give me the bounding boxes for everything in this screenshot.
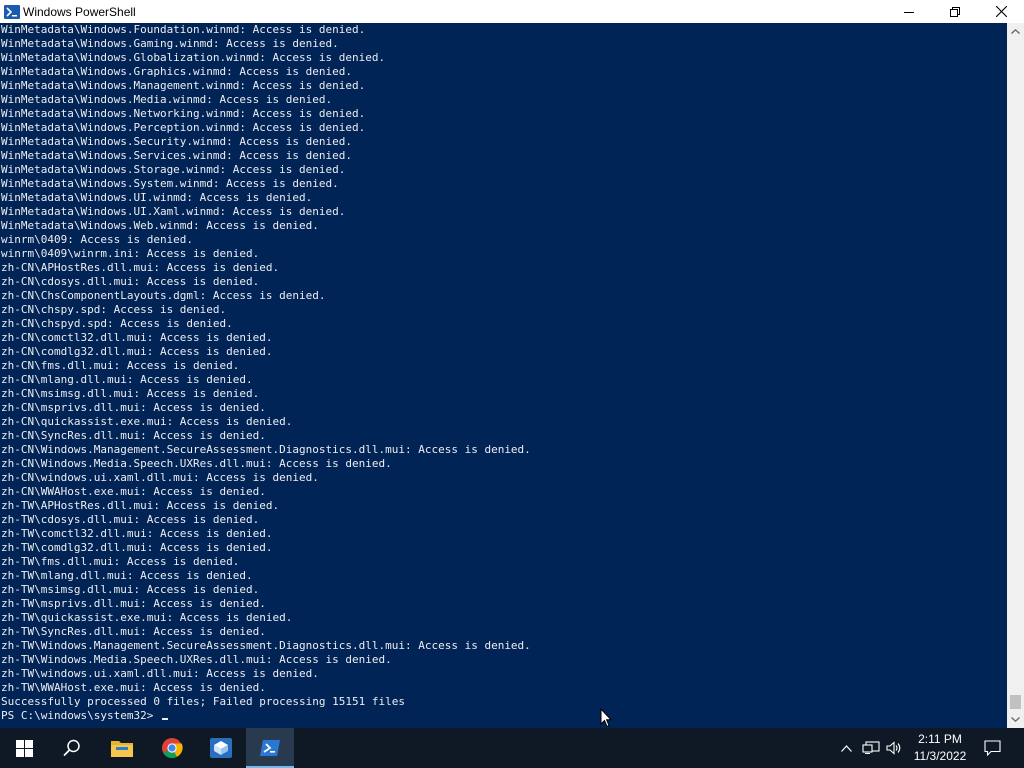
minimize-button[interactable] bbox=[886, 0, 932, 23]
console-output[interactable]: WinMetadata\Windows.Foundation.winmd: Ac… bbox=[0, 23, 1007, 728]
taskbar-file-explorer[interactable] bbox=[98, 728, 146, 768]
console-line: zh-TW\Windows.Management.SecureAssessmen… bbox=[1, 639, 531, 652]
console-line: zh-TW\comctl32.dll.mui: Access is denied… bbox=[1, 527, 273, 540]
close-icon bbox=[995, 6, 1007, 17]
console-line: WinMetadata\Windows.Networking.winmd: Ac… bbox=[1, 107, 366, 120]
console-line: zh-CN\mlang.dll.mui: Access is denied. bbox=[1, 373, 253, 386]
console-line: zh-TW\windows.ui.xaml.dll.mui: Access is… bbox=[1, 667, 319, 680]
file-explorer-icon bbox=[111, 741, 133, 757]
console-line: Successfully processed 0 files; Failed p… bbox=[1, 695, 405, 708]
clock-date: 11/3/2022 bbox=[913, 749, 967, 763]
console-line: WinMetadata\Windows.System.winmd: Access… bbox=[1, 177, 339, 190]
console-line: winrm\0409: Access is denied. bbox=[1, 233, 194, 246]
console-line: zh-CN\msprivs.dll.mui: Access is denied. bbox=[1, 401, 266, 414]
console-line: zh-CN\chspy.spd: Access is denied. bbox=[1, 303, 227, 316]
taskbar-chrome[interactable] bbox=[148, 728, 196, 768]
show-hidden-icons-button[interactable] bbox=[838, 728, 854, 768]
console-line: zh-CN\APHostRes.dll.mui: Access is denie… bbox=[1, 261, 280, 274]
restore-icon bbox=[950, 6, 960, 17]
console-prompt: PS C:\windows\system32> bbox=[1, 709, 160, 722]
console-line: WinMetadata\Windows.UI.Xaml.winmd: Acces… bbox=[1, 205, 346, 218]
console-line: zh-TW\comdlg32.dll.mui: Access is denied… bbox=[1, 541, 273, 554]
console-line: WinMetadata\Windows.Globalization.winmd:… bbox=[1, 51, 386, 64]
console-line: zh-CN\Windows.Management.SecureAssessmen… bbox=[1, 443, 531, 456]
console-line: zh-TW\Windows.Media.Speech.UXRes.dll.mui… bbox=[1, 653, 392, 666]
console-line: WinMetadata\Windows.Security.winmd: Acce… bbox=[1, 135, 352, 148]
powershell-app-icon[interactable] bbox=[4, 4, 20, 20]
search-icon bbox=[63, 739, 80, 757]
console-line: zh-TW\mlang.dll.mui: Access is denied. bbox=[1, 569, 253, 582]
console-line: zh-TW\fms.dll.mui: Access is denied. bbox=[1, 555, 240, 568]
volume-button[interactable] bbox=[884, 728, 904, 768]
console-lines: WinMetadata\Windows.Foundation.winmd: Ac… bbox=[1, 23, 531, 723]
network-icon bbox=[862, 741, 880, 754]
console-line: zh-CN\WWAHost.exe.mui: Access is denied. bbox=[1, 485, 266, 498]
console-line: WinMetadata\Windows.Management.winmd: Ac… bbox=[1, 79, 366, 92]
console-line: zh-CN\comctl32.dll.mui: Access is denied… bbox=[1, 331, 273, 344]
console-line: WinMetadata\Windows.Services.winmd: Acce… bbox=[1, 149, 352, 162]
console-line: WinMetadata\Windows.Foundation.winmd: Ac… bbox=[1, 23, 366, 36]
taskbar-virtualbox[interactable] bbox=[197, 728, 245, 768]
console-line: winrm\0409\winrm.ini: Access is denied. bbox=[1, 247, 260, 260]
system-clock[interactable]: 2:11 PM 11/3/2022 bbox=[905, 728, 975, 768]
text-cursor bbox=[161, 718, 168, 720]
minimize-icon bbox=[904, 11, 914, 13]
chevron-up-icon bbox=[840, 744, 852, 752]
title-bar[interactable]: Windows PowerShell bbox=[0, 0, 1024, 23]
maximize-button[interactable] bbox=[932, 0, 978, 23]
close-button[interactable] bbox=[978, 0, 1024, 23]
console-line: zh-CN\SyncRes.dll.mui: Access is denied. bbox=[1, 429, 266, 442]
console-line: WinMetadata\Windows.Web.winmd: Access is… bbox=[1, 219, 319, 232]
console-line: WinMetadata\Windows.Graphics.winmd: Acce… bbox=[1, 65, 352, 78]
notification-icon bbox=[983, 740, 1001, 756]
console-line: zh-TW\msimsg.dll.mui: Access is denied. bbox=[1, 583, 260, 596]
console-line: WinMetadata\Windows.Gaming.winmd: Access… bbox=[1, 37, 339, 50]
console-prompt-line[interactable]: PS C:\windows\system32> bbox=[1, 709, 531, 723]
console-line: zh-CN\quickassist.exe.mui: Access is den… bbox=[1, 415, 293, 428]
console-line: zh-CN\msimsg.dll.mui: Access is denied. bbox=[1, 387, 260, 400]
powershell-icon bbox=[260, 740, 280, 756]
console-line: zh-TW\msprivs.dll.mui: Access is denied. bbox=[1, 597, 266, 610]
console-line: WinMetadata\Windows.UI.winmd: Access is … bbox=[1, 191, 313, 204]
volume-icon bbox=[886, 741, 901, 755]
action-center-button[interactable] bbox=[976, 728, 1008, 768]
scroll-thumb[interactable] bbox=[1010, 695, 1021, 709]
taskbar: 2:11 PM 11/3/2022 bbox=[0, 728, 1024, 768]
network-button[interactable] bbox=[860, 728, 882, 768]
search-button[interactable] bbox=[48, 728, 96, 768]
console-line: zh-CN\comdlg32.dll.mui: Access is denied… bbox=[1, 345, 273, 358]
console-line: WinMetadata\Windows.Perception.winmd: Ac… bbox=[1, 121, 366, 134]
console-line: zh-TW\quickassist.exe.mui: Access is den… bbox=[1, 611, 293, 624]
console-line: zh-CN\ChsComponentLayouts.dgml: Access i… bbox=[1, 289, 326, 302]
vertical-scrollbar[interactable] bbox=[1007, 23, 1024, 728]
chrome-icon bbox=[162, 738, 183, 759]
console-line: zh-CN\chspyd.spd: Access is denied. bbox=[1, 317, 233, 330]
chevron-up-icon bbox=[1011, 29, 1020, 34]
console-line: zh-TW\cdosys.dll.mui: Access is denied. bbox=[1, 513, 260, 526]
console-line: WinMetadata\Windows.Media.winmd: Access … bbox=[1, 93, 333, 106]
virtualbox-icon bbox=[210, 738, 232, 758]
console-line: zh-CN\windows.ui.xaml.dll.mui: Access is… bbox=[1, 471, 319, 484]
taskbar-powershell[interactable] bbox=[246, 728, 294, 768]
clock-time: 2:11 PM bbox=[918, 732, 962, 746]
chevron-down-icon bbox=[1011, 717, 1020, 722]
console-line: zh-TW\WWAHost.exe.mui: Access is denied. bbox=[1, 681, 266, 694]
console-line: zh-TW\SyncRes.dll.mui: Access is denied. bbox=[1, 625, 266, 638]
scroll-down-button[interactable] bbox=[1007, 711, 1024, 728]
window-title: Windows PowerShell bbox=[23, 4, 136, 19]
console-line: zh-CN\Windows.Media.Speech.UXRes.dll.mui… bbox=[1, 457, 392, 470]
scroll-up-button[interactable] bbox=[1007, 23, 1024, 40]
console-line: zh-CN\cdosys.dll.mui: Access is denied. bbox=[1, 275, 260, 288]
start-button[interactable] bbox=[0, 728, 48, 768]
console-line: zh-CN\fms.dll.mui: Access is denied. bbox=[1, 359, 240, 372]
console-line: WinMetadata\Windows.Storage.winmd: Acces… bbox=[1, 163, 346, 176]
windows-start-icon bbox=[15, 739, 33, 757]
console-line: zh-TW\APHostRes.dll.mui: Access is denie… bbox=[1, 499, 280, 512]
